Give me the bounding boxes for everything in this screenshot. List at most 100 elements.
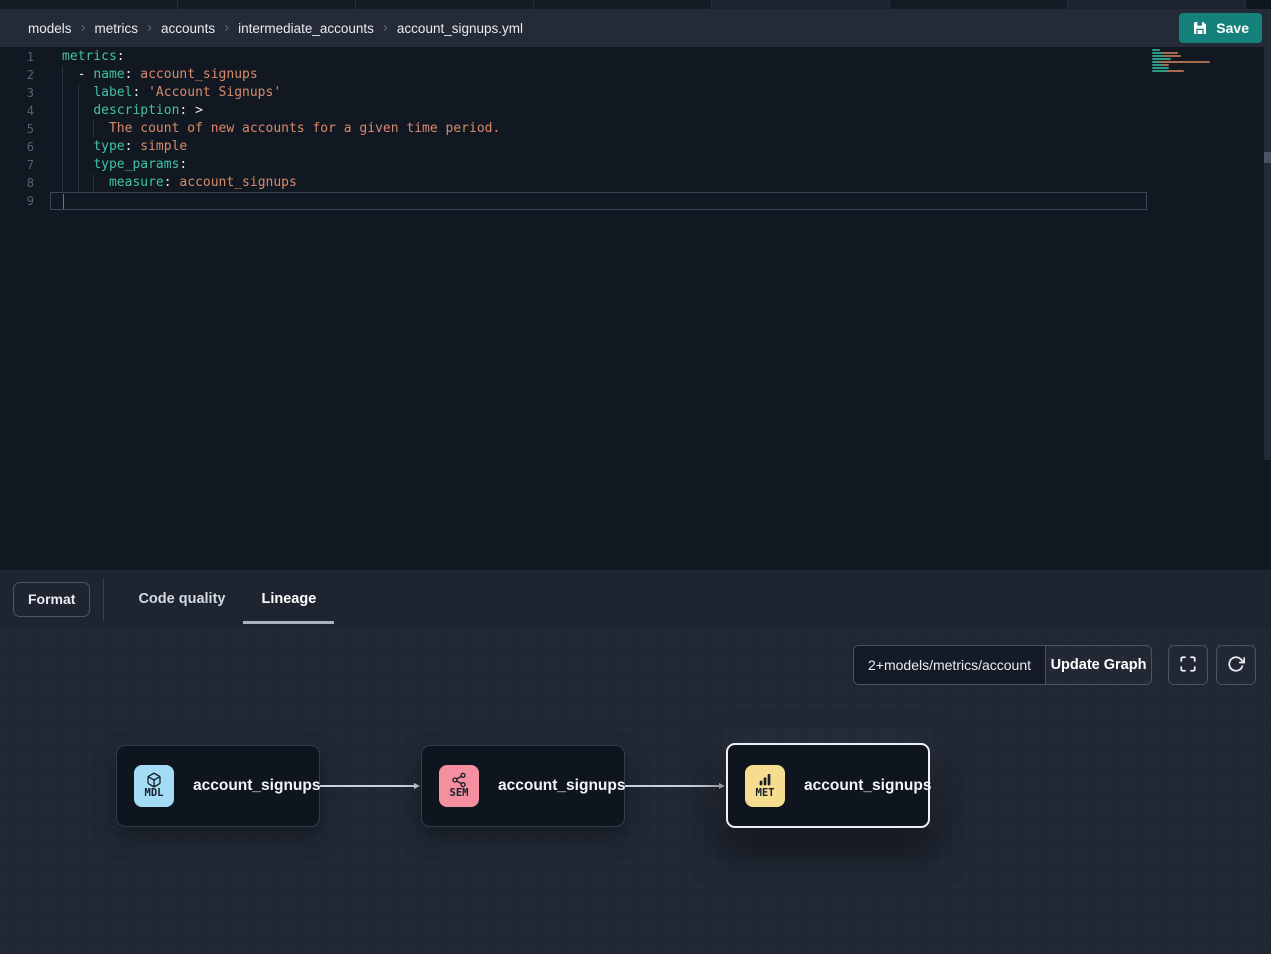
code-text: measure: account_signups xyxy=(50,175,297,190)
lineage-node-sem[interactable]: SEM account_signups xyxy=(421,745,625,827)
breadcrumb-item[interactable]: accounts xyxy=(161,21,215,36)
edge-arrowhead-icon xyxy=(719,783,725,789)
cube-icon xyxy=(146,772,162,788)
line-content[interactable]: type_params: xyxy=(50,156,1147,174)
update-graph-button[interactable]: Update Graph xyxy=(1046,646,1151,684)
bottom-panel-tab-bar: Format Code quality Lineage xyxy=(0,570,1271,628)
save-button[interactable]: Save xyxy=(1179,13,1262,43)
badge-label: SEM xyxy=(450,788,469,800)
breadcrumb-bar: models › metrics › accounts › intermediate_acc… xyxy=(0,9,1271,47)
line-number: 9 xyxy=(0,192,50,210)
code-text: metrics: xyxy=(50,49,125,64)
tab-lineage[interactable]: Lineage xyxy=(243,570,334,628)
code-text: type_params: xyxy=(50,157,187,172)
file-tab-partial[interactable] xyxy=(534,0,712,9)
code-line: 8 measure: account_signups xyxy=(0,174,1271,192)
line-number: 6 xyxy=(0,138,50,156)
chevron-right-icon: › xyxy=(224,20,229,35)
code-editor[interactable]: 1metrics:2 - name: account_signups3 labe… xyxy=(0,47,1271,570)
top-strip xyxy=(0,0,1271,9)
tab-label: Lineage xyxy=(261,591,316,607)
lineage-edge xyxy=(625,785,719,787)
editor-minimap[interactable] xyxy=(1152,49,1210,76)
file-tab-partial[interactable] xyxy=(178,0,356,9)
fullscreen-icon xyxy=(1179,655,1197,676)
breadcrumb: models › metrics › accounts › intermediate_acc… xyxy=(28,21,523,36)
refresh-icon xyxy=(1227,655,1245,676)
chevron-right-icon: › xyxy=(81,20,86,35)
node-type-badge: MET xyxy=(745,765,785,807)
line-number: 8 xyxy=(0,174,50,192)
code-line: 2 - name: account_signups xyxy=(0,66,1271,84)
editor-scrollbar[interactable] xyxy=(1264,47,1271,460)
edge-arrowhead-icon xyxy=(414,783,420,789)
line-content[interactable]: measure: account_signups xyxy=(50,174,1147,192)
file-tab-partial[interactable] xyxy=(356,0,534,9)
minimap-line xyxy=(1152,55,1181,57)
file-tab-partial[interactable] xyxy=(890,0,1068,9)
node-type-badge: SEM xyxy=(439,765,479,807)
line-content[interactable] xyxy=(50,192,1147,210)
breadcrumb-item[interactable]: models xyxy=(28,21,72,36)
node-label: account_signups xyxy=(498,777,625,795)
code-text: The count of new accounts for a given ti… xyxy=(50,121,500,136)
scrollbar-handle[interactable] xyxy=(1264,152,1271,163)
node-type-badge: MDL xyxy=(134,765,174,807)
line-content[interactable]: - name: account_signups xyxy=(50,66,1147,84)
code-line: 4 description: > xyxy=(0,102,1271,120)
format-button[interactable]: Format xyxy=(13,582,90,617)
line-number: 4 xyxy=(0,102,50,120)
file-tab-partial[interactable] xyxy=(712,0,890,9)
node-label: account_signups xyxy=(193,777,320,795)
code-line: 7 type_params: xyxy=(0,156,1271,174)
code-line: 6 type: simple xyxy=(0,138,1271,156)
refresh-button[interactable] xyxy=(1216,645,1256,685)
chart-icon xyxy=(757,772,773,788)
file-tab-partial[interactable] xyxy=(1068,0,1246,9)
minimap-line xyxy=(1152,61,1210,63)
line-number: 1 xyxy=(0,48,50,66)
tab-code-quality[interactable]: Code quality xyxy=(120,570,243,628)
panel-tabs: Code quality Lineage xyxy=(120,570,334,628)
line-content[interactable]: description: > xyxy=(50,102,1147,120)
code-text: label: 'Account Signups' xyxy=(50,85,281,100)
code-text: description: > xyxy=(50,103,203,118)
code-line: 9 xyxy=(0,192,1271,210)
minimap-line xyxy=(1152,58,1171,60)
lineage-node-mdl[interactable]: MDL account_signups xyxy=(116,745,320,827)
badge-label: MET xyxy=(756,788,775,800)
save-button-label: Save xyxy=(1216,20,1249,36)
line-number: 7 xyxy=(0,156,50,174)
line-content[interactable]: The count of new accounts for a given ti… xyxy=(50,120,1147,138)
line-content[interactable]: label: 'Account Signups' xyxy=(50,84,1147,102)
line-content[interactable]: metrics: xyxy=(50,48,1147,66)
minimap-line xyxy=(1152,52,1178,54)
code-line: 3 label: 'Account Signups' xyxy=(0,84,1271,102)
minimap-line xyxy=(1152,49,1160,51)
divider xyxy=(103,578,104,620)
minimap-line xyxy=(1152,70,1184,72)
breadcrumb-item[interactable]: metrics xyxy=(95,21,139,36)
node-label: account_signups xyxy=(804,777,931,795)
chevron-right-icon: › xyxy=(383,20,388,35)
code-text: - name: account_signups xyxy=(50,67,258,82)
breadcrumb-item[interactable]: intermediate_accounts xyxy=(238,21,374,36)
breadcrumb-item[interactable]: account_signups.yml xyxy=(397,21,523,36)
line-number: 2 xyxy=(0,66,50,84)
lineage-panel[interactable]: Update Graph MDL account_signups SEM accoun… xyxy=(0,628,1271,954)
file-tab-partial[interactable] xyxy=(0,0,178,9)
code-text: type: simple xyxy=(50,139,187,154)
share-icon xyxy=(451,772,467,788)
tab-label: Code quality xyxy=(138,591,225,607)
line-content[interactable]: type: simple xyxy=(50,138,1147,156)
badge-label: MDL xyxy=(145,788,164,800)
code-line: 5 The count of new accounts for a given … xyxy=(0,120,1271,138)
minimap-line xyxy=(1152,67,1169,69)
chevron-right-icon: › xyxy=(147,20,152,35)
selector-input[interactable] xyxy=(854,646,1046,684)
code-lines: 1metrics:2 - name: account_signups3 labe… xyxy=(0,48,1271,210)
code-line: 1metrics: xyxy=(0,48,1271,66)
minimap-line xyxy=(1152,64,1169,66)
fullscreen-button[interactable] xyxy=(1168,645,1208,685)
lineage-node-met[interactable]: MET account_signups xyxy=(726,743,930,828)
